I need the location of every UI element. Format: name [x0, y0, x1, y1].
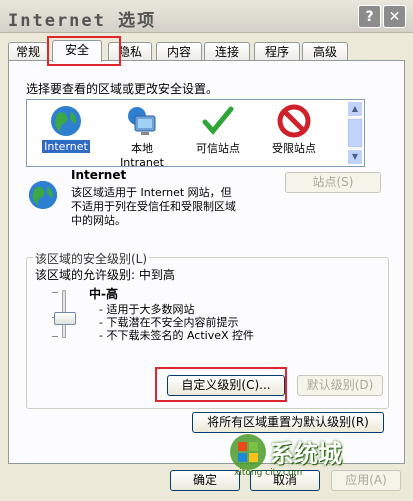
sites-button[interactable]: 站点(S)	[285, 172, 381, 193]
zone-scrollbar[interactable]: ▲ ▼	[347, 101, 363, 165]
security-level-group: 该区域的安全级别(L) 该区域的允许级别: 中到高 中-高 - 适用于大多数网站…	[26, 250, 389, 409]
ok-button[interactable]: 确定	[170, 470, 240, 491]
zone-internet[interactable]: Internet	[31, 104, 101, 153]
zone-list: Internet 本地 Intranet 可信站点 受限站点 ▲ ▼	[26, 99, 365, 169]
level-name: 中-高	[89, 287, 118, 301]
scroll-thumb[interactable]	[348, 119, 362, 147]
scroll-down-icon[interactable]: ▼	[347, 149, 363, 165]
checkmark-icon	[201, 104, 235, 138]
group-title: 该区域的安全级别(L)	[33, 250, 150, 267]
slider-thumb[interactable]	[54, 312, 76, 325]
custom-level-button[interactable]: 自定义级别(C)...	[167, 375, 285, 396]
globe-icon	[49, 104, 83, 138]
apply-button[interactable]: 应用(A)	[331, 470, 401, 491]
zone-heading: Internet	[71, 168, 127, 182]
scroll-up-icon[interactable]: ▲	[347, 101, 363, 117]
zone-trusted[interactable]: 可信站点	[183, 104, 253, 156]
reset-all-zones-button[interactable]: 将所有区域重置为默认级别(R)	[192, 412, 384, 433]
window-title: Internet 选项	[8, 11, 157, 31]
tab-advanced[interactable]: 高级	[302, 42, 348, 61]
zone-label: 本地 Intranet	[120, 142, 164, 169]
security-panel: 选择要查看的区域或更改安全设置。 Internet 本地 Intranet 可信…	[8, 60, 405, 464]
tab-content[interactable]: 内容	[156, 42, 202, 61]
cancel-button[interactable]: 取消	[250, 470, 320, 491]
zone-description: 该区域适用于 Internet 网站，但 不适用于列在受信任和受限制区域 中的网…	[71, 186, 236, 227]
zone-label: 可信站点	[196, 142, 240, 155]
zone-label: 受限站点	[272, 142, 316, 155]
computer-icon	[125, 104, 159, 138]
slider-tick	[52, 292, 58, 293]
globe-icon	[27, 179, 59, 211]
tab-connections[interactable]: 连接	[204, 42, 250, 61]
zone-instruction: 选择要查看的区域或更改安全设置。	[26, 82, 219, 96]
no-entry-icon	[277, 104, 311, 138]
close-button[interactable]: ✕	[383, 5, 406, 28]
title-bar: Internet 选项 ? ✕	[0, 0, 413, 33]
slider-tick	[52, 336, 58, 337]
allowed-levels: 该区域的允许级别: 中到高	[35, 268, 175, 282]
level-bullet: - 不下载未签名的 ActiveX 控件	[99, 329, 255, 342]
zone-intranet[interactable]: 本地 Intranet	[107, 104, 177, 169]
tab-programs[interactable]: 程序	[254, 42, 300, 61]
default-level-button[interactable]: 默认级别(D)	[297, 375, 383, 396]
tab-security[interactable]: 安全	[52, 40, 102, 62]
tab-privacy[interactable]: 隐私	[108, 42, 152, 61]
zone-label: Internet	[42, 140, 90, 153]
zone-restricted[interactable]: 受限站点	[259, 104, 329, 156]
help-button[interactable]: ?	[358, 5, 381, 28]
tab-general[interactable]: 常规	[8, 42, 48, 61]
